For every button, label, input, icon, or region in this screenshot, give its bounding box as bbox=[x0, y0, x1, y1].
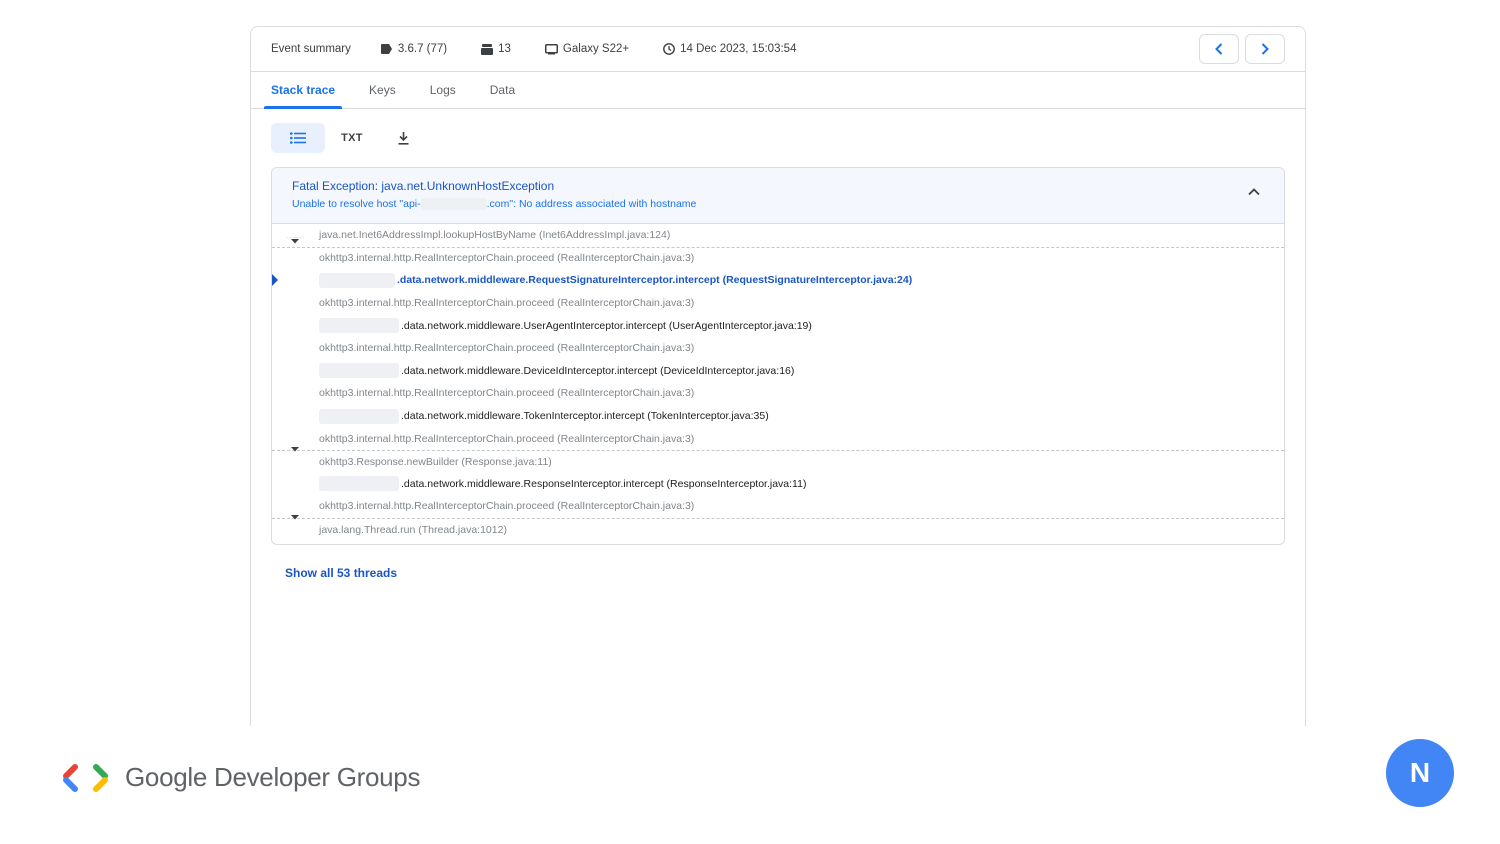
event-summary-bar: Event summary 3.6.7 (77) 13 Galaxy S22+ … bbox=[251, 27, 1305, 72]
event-panel: Event summary 3.6.7 (77) 13 Galaxy S22+ … bbox=[250, 26, 1306, 726]
event-nav bbox=[1199, 34, 1285, 64]
device-icon bbox=[544, 43, 558, 54]
tab-stack-trace[interactable]: Stack trace bbox=[264, 72, 343, 109]
version-value: 3.6.7 (77) bbox=[397, 43, 448, 55]
download-button[interactable] bbox=[379, 123, 427, 153]
clock-icon bbox=[663, 43, 675, 55]
tab-logs[interactable]: Logs bbox=[423, 72, 463, 108]
frame-text: okhttp3.Response.newBuilder (Response.ja… bbox=[319, 455, 552, 468]
gdg-branding: Google Developer Groups bbox=[63, 762, 420, 793]
next-event-button[interactable] bbox=[1245, 34, 1285, 64]
stack-frame: okhttp3.Response.newBuilder (Response.ja… bbox=[272, 446, 1284, 473]
device-meta: Galaxy S22+ bbox=[544, 43, 630, 55]
stack-frame: okhttp3.internal.http.RealInterceptorCha… bbox=[272, 427, 1284, 450]
frame-text: okhttp3.internal.http.RealInterceptorCha… bbox=[319, 387, 695, 400]
redacted-host bbox=[420, 198, 487, 211]
stack-frame: .data.network.middleware.UserAgentInterc… bbox=[272, 314, 1284, 337]
exception-message: Unable to resolve host "api- .com": No ad… bbox=[292, 198, 1284, 211]
timestamp-value: 14 Dec 2023, 15:03:54 bbox=[680, 43, 797, 55]
collapse-icon[interactable] bbox=[1248, 188, 1260, 196]
frame-text: java.lang.Thread.run (Thread.java:1012) bbox=[319, 523, 507, 536]
frame-list: java.net.Inet6AddressImpl.lookupHostByNa… bbox=[272, 224, 1284, 540]
stack-frame: okhttp3.internal.http.RealInterceptorCha… bbox=[272, 495, 1284, 518]
list-view-button[interactable] bbox=[271, 123, 325, 153]
exception-message-suffix: .com": No address associated with hostna… bbox=[486, 198, 697, 210]
stack-frame: .data.network.middleware.DeviceIdInterce… bbox=[272, 360, 1284, 383]
redacted-package bbox=[319, 408, 399, 424]
show-all-threads-link[interactable]: Show all 53 threads bbox=[285, 566, 397, 580]
chevron-right-icon bbox=[1261, 43, 1269, 55]
stack-frame: okhttp3.internal.http.RealInterceptorCha… bbox=[272, 382, 1284, 405]
txt-view-button[interactable]: TXT bbox=[325, 123, 379, 153]
frame-text: okhttp3.internal.http.RealInterceptorCha… bbox=[319, 252, 695, 265]
layers-icon bbox=[481, 43, 494, 55]
redacted-package bbox=[319, 476, 399, 492]
current-frame-marker bbox=[272, 274, 278, 287]
previous-event-button[interactable] bbox=[1199, 34, 1239, 64]
count-meta: 13 bbox=[481, 43, 511, 55]
stack-frame: okhttp3.internal.http.RealInterceptorCha… bbox=[272, 292, 1284, 315]
trace-toolbar: TXT bbox=[271, 123, 427, 153]
expand-caret-icon[interactable] bbox=[286, 513, 304, 522]
frame-text: .data.network.middleware.TokenIntercepto… bbox=[401, 410, 769, 423]
count-value: 13 bbox=[498, 43, 511, 55]
exception-title: Fatal Exception: java.net.UnknownHostExc… bbox=[292, 179, 555, 193]
tab-keys[interactable]: Keys bbox=[362, 72, 403, 108]
frame-text: .data.network.middleware.ResponseInterce… bbox=[401, 477, 807, 490]
chevron-left-icon bbox=[1215, 43, 1223, 55]
device-value: Galaxy S22+ bbox=[562, 43, 630, 55]
redacted-package bbox=[319, 363, 399, 379]
stack-frame: java.net.Inet6AddressImpl.lookupHostByNa… bbox=[272, 224, 1284, 247]
tag-icon bbox=[380, 44, 392, 54]
avatar[interactable]: N bbox=[1386, 739, 1454, 807]
expand-caret-icon[interactable] bbox=[286, 445, 304, 454]
gdg-logo-icon bbox=[63, 763, 108, 792]
frame-text: okhttp3.internal.http.RealInterceptorCha… bbox=[319, 297, 695, 310]
frame-text: .data.network.middleware.DeviceIdInterce… bbox=[401, 364, 795, 377]
gdg-brand-text: Google Developer Groups bbox=[125, 762, 421, 792]
stack-frame: .data.network.middleware.ResponseInterce… bbox=[272, 473, 1284, 496]
stack-frame-current: .data.network.middleware.RequestSignatur… bbox=[272, 269, 1284, 292]
frame-text: okhttp3.internal.http.RealInterceptorCha… bbox=[319, 432, 695, 445]
list-view-icon bbox=[290, 132, 306, 144]
tab-data[interactable]: Data bbox=[483, 72, 522, 108]
stack-frame: okhttp3.internal.http.RealInterceptorCha… bbox=[272, 337, 1284, 360]
download-icon bbox=[398, 131, 408, 145]
exception-header[interactable]: Fatal Exception: java.net.UnknownHostExc… bbox=[272, 168, 1284, 224]
frame-text: okhttp3.internal.http.RealInterceptorCha… bbox=[319, 500, 695, 513]
expand-caret-icon[interactable] bbox=[286, 237, 304, 246]
exception-message-prefix: Unable to resolve host "api- bbox=[292, 198, 421, 210]
redacted-package bbox=[319, 272, 395, 288]
timestamp-meta: 14 Dec 2023, 15:03:54 bbox=[663, 43, 796, 55]
version-meta: 3.6.7 (77) bbox=[380, 43, 448, 55]
stack-frame: okhttp3.internal.http.RealInterceptorCha… bbox=[272, 246, 1284, 270]
redacted-package bbox=[319, 318, 399, 334]
stack-frame: .data.network.middleware.TokenIntercepto… bbox=[272, 405, 1284, 428]
frame-text: .data.network.middleware.UserAgentInterc… bbox=[401, 319, 812, 332]
stack-trace-box: Fatal Exception: java.net.UnknownHostExc… bbox=[271, 167, 1285, 545]
frame-text: .data.network.middleware.RequestSignatur… bbox=[397, 274, 913, 287]
event-summary-title: Event summary bbox=[271, 43, 351, 55]
tab-bar: Stack trace Keys Logs Data bbox=[251, 72, 1305, 109]
frame-text: java.net.Inet6AddressImpl.lookupHostByNa… bbox=[319, 229, 671, 242]
stack-frame: java.lang.Thread.run (Thread.java:1012) bbox=[272, 514, 1284, 541]
frame-text: okhttp3.internal.http.RealInterceptorCha… bbox=[319, 342, 695, 355]
